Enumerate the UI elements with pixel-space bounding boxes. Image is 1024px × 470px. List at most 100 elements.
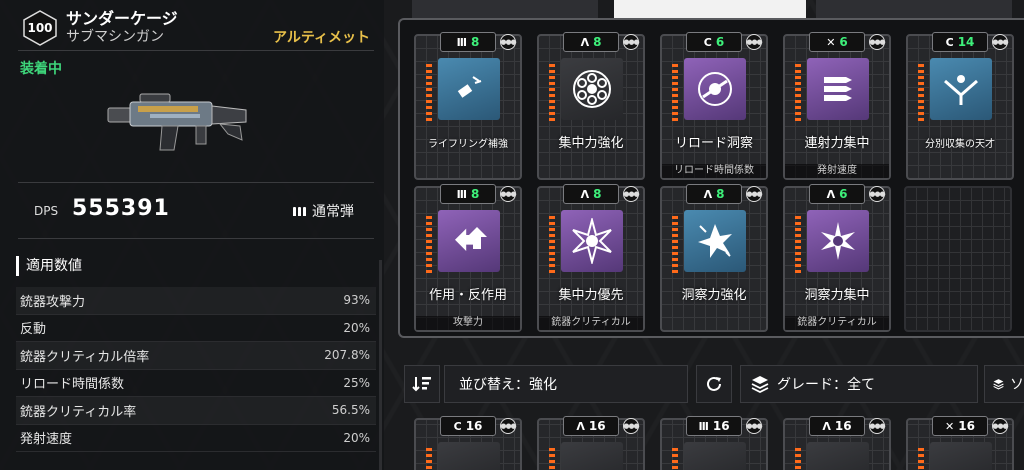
- stat-value: 20%: [343, 430, 370, 445]
- reload-icon: [684, 58, 746, 120]
- sort-select[interactable]: 並び替え：強化: [444, 365, 688, 403]
- socket-icon: ●●●: [623, 34, 640, 50]
- module-card[interactable]: Λ 8 ●●● 集中力強化: [537, 32, 645, 180]
- stat-label: 銃器攻撃力: [20, 294, 86, 310]
- inventory-module-card[interactable]: Ⅲ 16 ●●●: [660, 416, 768, 470]
- module-art: [684, 442, 746, 470]
- module-card[interactable]: Ⅲ 8 ●●● 作用・反作用 攻撃力: [414, 184, 522, 332]
- level-value: 100: [27, 21, 53, 35]
- polarity-icon: Λ: [580, 187, 590, 201]
- polarity-icon: Ⅲ: [456, 187, 468, 201]
- module-name: リロード洞察: [674, 136, 753, 151]
- ammo-label: 通常弾: [312, 204, 354, 220]
- module-art: [930, 442, 992, 470]
- polarity-icon: C: [703, 35, 712, 49]
- stat-label: 反動: [20, 322, 47, 338]
- module-card[interactable]: Ⅲ 8 ●●● ライフリング補強: [414, 32, 522, 180]
- module-cost: Ⅲ8: [440, 184, 496, 204]
- module-card[interactable]: C 14 ●●● 分別収集の天才: [906, 32, 1014, 180]
- module-card[interactable]: C 6 ●●● リロード洞察 リロード時間係数: [660, 32, 768, 180]
- module-name: 集中力強化: [558, 136, 624, 151]
- module-cost: Λ 16: [563, 416, 619, 436]
- dps-value: 555391: [72, 196, 170, 221]
- recoil-icon: [438, 210, 500, 272]
- module-cost: Λ8: [686, 184, 742, 204]
- socket-icon: ●●●: [746, 418, 763, 434]
- upgrade-level-bars: [426, 216, 432, 273]
- stat-row: 反動 20%: [16, 315, 376, 342]
- module-card[interactable]: Λ 8 ●●● 洞察力強化: [660, 184, 768, 332]
- inventory-module-card[interactable]: Λ 16 ●●●: [537, 416, 645, 470]
- stats-title: 適用数値: [16, 256, 82, 276]
- stats-scrollbar[interactable]: [379, 260, 382, 470]
- module-card[interactable]: Λ 8 ●●● 集中力優先 銃器クリティカル: [537, 184, 645, 332]
- refresh-icon: [707, 376, 721, 391]
- stat-row: 発射速度 20%: [16, 425, 376, 452]
- socket-icon: ●●●: [500, 418, 517, 434]
- socket-icon: ●●●: [746, 186, 763, 202]
- refresh-button[interactable]: [696, 365, 732, 403]
- preset-tab-1[interactable]: [412, 0, 598, 18]
- socket-icon: ●●●: [500, 186, 517, 202]
- module-cost: Λ8: [563, 32, 619, 52]
- focus-icon: [807, 210, 869, 272]
- extra-filter-select[interactable]: ソ: [984, 365, 1024, 403]
- polarity-icon: Λ: [822, 419, 831, 433]
- upgrade-level-bars: [426, 448, 432, 469]
- upgrade-level-bars: [918, 448, 924, 469]
- weapon-image: [107, 93, 247, 151]
- module-name: 洞察力集中: [804, 288, 870, 303]
- rarity-label: アルティメット: [272, 30, 370, 46]
- stat-label: 銃器クリティカル倍率: [20, 349, 150, 365]
- weapon-type: サブマシンガン: [66, 29, 164, 45]
- stat-row: 銃器クリティカル率 56.5%: [16, 397, 376, 425]
- inventory-module-card[interactable]: C 16 ●●●: [414, 416, 522, 470]
- upgrade-level-bars: [795, 64, 801, 121]
- cost-value: 6: [715, 35, 725, 49]
- preset-tab-3[interactable]: [816, 0, 1012, 18]
- sort-order-icon: [412, 377, 431, 392]
- upgrade-level-bars: [549, 64, 555, 121]
- stat-value: 20%: [343, 320, 370, 335]
- sort-direction-button[interactable]: [404, 365, 440, 403]
- divider: [18, 50, 374, 51]
- cost-value: 6: [839, 35, 848, 49]
- module-card[interactable]: Λ 6 ●●● 洞察力集中 銃器クリティカル: [783, 184, 891, 332]
- socket-icon: ●●●: [869, 186, 886, 202]
- socket-icon: ●●●: [992, 418, 1009, 434]
- equipped-status: 装着中: [20, 61, 62, 77]
- empty-module-slot[interactable]: [904, 186, 1012, 332]
- module-name: 分別収集の天才: [925, 139, 995, 150]
- preset-tab-2[interactable]: [614, 0, 806, 18]
- socket-icon: ●●●: [623, 186, 640, 202]
- module-cost: ✕ 6: [809, 32, 865, 52]
- socket-icon: ●●●: [623, 418, 640, 434]
- module-art: [561, 442, 623, 470]
- upgrade-level-bars: [918, 64, 924, 121]
- polarity-icon: Ⅲ: [456, 35, 468, 49]
- cost-value: 14: [957, 35, 975, 49]
- module-card[interactable]: ✕ 6 ●●● 連射力集中 発射速度: [783, 32, 891, 180]
- socket-icon: ●●●: [869, 34, 886, 50]
- upgrade-level-bars: [672, 448, 678, 469]
- module-art: [807, 442, 869, 470]
- module-cost: ✕ 16: [932, 416, 988, 436]
- cost-value: 16: [588, 419, 606, 433]
- module-cost: Ⅲ 16: [686, 416, 742, 436]
- ammo-type: 通常弾: [293, 201, 354, 221]
- level-badge: 100: [22, 10, 58, 46]
- module-subtype: リロード時間係数: [662, 164, 766, 178]
- socket-icon: ●●●: [869, 418, 886, 434]
- inventory-module-card[interactable]: ✕ 16 ●●●: [906, 416, 1014, 470]
- cost-value: 6: [839, 187, 848, 201]
- divider: [18, 182, 374, 183]
- upgrade-level-bars: [549, 216, 555, 273]
- socket-icon: ●●●: [500, 34, 517, 50]
- grade-filter-select[interactable]: グレード：全て: [740, 365, 978, 403]
- cost-value: 8: [471, 187, 480, 201]
- inventory-module-card[interactable]: Λ 16 ●●●: [783, 416, 891, 470]
- cost-value: 16: [958, 419, 975, 433]
- cost-value: 8: [471, 35, 480, 49]
- upgrade-level-bars: [549, 448, 555, 469]
- module-cost: Λ6: [809, 184, 865, 204]
